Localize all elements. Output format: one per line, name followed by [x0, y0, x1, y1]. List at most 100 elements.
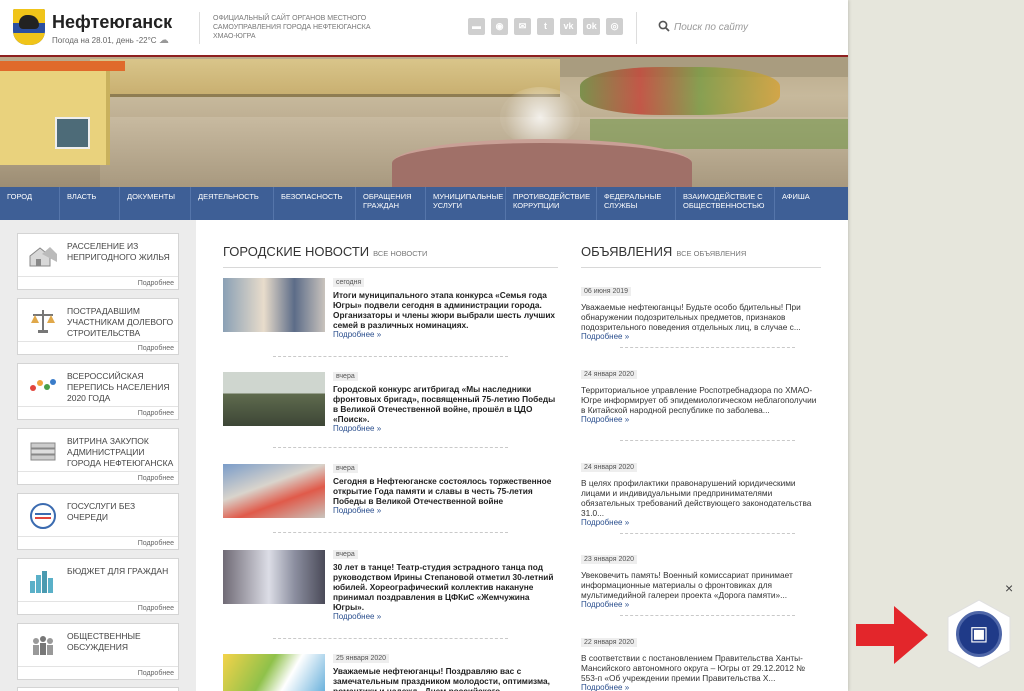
page: Нефтеюганск Погода на 28.01, день -22°С …: [0, 0, 848, 691]
news-divider: [273, 532, 508, 533]
news-rule: [223, 267, 558, 268]
nav-item-appeals[interactable]: Обращения граждан: [356, 187, 426, 220]
card-resettlement[interactable]: Расселение из непригодного жилья Подробн…: [17, 233, 179, 290]
census-icon: [30, 379, 56, 391]
ads-rule: [581, 267, 821, 268]
instagram-icon[interactable]: ◎: [606, 18, 623, 35]
ad-item: 23 января 2020 Увековечить память! Военн…: [581, 548, 821, 609]
ads-title: Объявления: [581, 244, 673, 259]
nav-item-public-interaction[interactable]: Взаимодействие с общественностью: [676, 187, 775, 220]
ad-date: 24 января 2020: [581, 370, 638, 379]
news-title: Городские новости: [223, 244, 370, 259]
bus-icon[interactable]: ▣: [956, 611, 1002, 657]
main-navigation: Город Власть Документы Деятельность Безо…: [0, 187, 848, 220]
card-census[interactable]: Всероссийская перепись населения 2020 го…: [17, 363, 179, 420]
news-headline[interactable]: Уважаемые нефтеюганцы! Поздравляю вас с …: [333, 666, 558, 691]
ad-item: 22 января 2020 В соответствии с постанов…: [581, 631, 821, 691]
nav-item-federal-services[interactable]: Федеральные службы: [597, 187, 676, 220]
ad-divider: [620, 615, 795, 616]
nav-item-events[interactable]: Афиша: [775, 187, 848, 220]
header-divider: [636, 12, 637, 44]
cloud-icon: ☁: [158, 35, 169, 46]
ads-section-title: Объявления все объявления: [581, 244, 746, 259]
news-divider: [273, 447, 508, 448]
news-date: вчера: [333, 464, 358, 473]
ad-text[interactable]: Территориальное управление Роспотребнадз…: [581, 385, 821, 415]
ad-text[interactable]: Увековечить память! Военный комиссариат …: [581, 570, 821, 600]
news-photo[interactable]: [223, 550, 325, 604]
transport-widget[interactable]: ▣: [944, 598, 1014, 670]
odnoklassniki-icon[interactable]: ok: [583, 18, 600, 35]
nav-item-anti-corruption[interactable]: Противодействие коррупции: [506, 187, 597, 220]
ad-more-link[interactable]: Подробнее »: [581, 683, 821, 691]
card-label: Расселение из непригодного жилья: [67, 241, 170, 262]
card-shared-construction[interactable]: Пострадавшим участникам долевого строите…: [17, 298, 179, 355]
news-more-link[interactable]: Подробнее »: [333, 424, 381, 433]
search-input[interactable]: [674, 19, 824, 35]
ad-divider: [620, 347, 795, 348]
all-news-link[interactable]: все новости: [373, 249, 427, 258]
card-more-link[interactable]: Подробнее: [18, 406, 178, 420]
ad-more-link[interactable]: Подробнее »: [581, 518, 821, 527]
twitter-icon[interactable]: t: [537, 18, 554, 35]
site-description: Официальный сайт органов местного самоуп…: [213, 15, 371, 40]
news-more-link[interactable]: Подробнее »: [333, 506, 381, 515]
card-public-discussions[interactable]: Общественные обсуждения Подробнее: [17, 623, 179, 680]
nav-item-activity[interactable]: Деятельность: [191, 187, 274, 220]
card-next[interactable]: [17, 687, 179, 691]
ad-more-link[interactable]: Подробнее »: [581, 415, 821, 424]
card-gosuslugi[interactable]: Госуслуги без очереди Подробнее: [17, 493, 179, 550]
nav-item-city[interactable]: Город: [0, 187, 60, 220]
site-title[interactable]: Нефтеюганск: [52, 12, 172, 33]
site-header: Нефтеюганск Погода на 28.01, день -22°С …: [0, 0, 848, 57]
city-coat-of-arms-logo[interactable]: [13, 9, 45, 45]
news-headline[interactable]: Итоги муниципального этапа конкурса «Сем…: [333, 290, 558, 330]
close-widget-button[interactable]: ×: [1005, 580, 1013, 596]
ad-date: 06 июня 2019: [581, 287, 632, 296]
all-ads-link[interactable]: все объявления: [676, 249, 746, 258]
nav-item-documents[interactable]: Документы: [120, 187, 191, 220]
ad-more-link[interactable]: Подробнее »: [581, 600, 821, 609]
search-icon[interactable]: [658, 20, 670, 32]
news-date: вчера: [333, 372, 358, 381]
card-more-link[interactable]: Подробнее: [18, 536, 178, 550]
mail-icon[interactable]: ▬: [468, 18, 485, 35]
news-photo[interactable]: [223, 654, 325, 691]
nav-item-security[interactable]: Безопасность: [274, 187, 356, 220]
news-photo[interactable]: [223, 464, 325, 518]
ad-text[interactable]: В соответствии с постановлением Правител…: [581, 653, 821, 683]
news-more-link[interactable]: Подробнее »: [333, 612, 381, 621]
nav-item-power[interactable]: Власть: [60, 187, 120, 220]
card-label: Бюджет для граждан: [67, 566, 169, 576]
weather-text: Погода на 28.01, день -22°С: [52, 36, 157, 45]
ad-text[interactable]: В целях профилактики правонарушений юрид…: [581, 478, 821, 518]
news-divider: [273, 638, 508, 639]
scales-icon: [31, 310, 55, 333]
ad-item: 24 января 2020 Территориальное управлени…: [581, 363, 821, 424]
card-budget[interactable]: Бюджет для граждан Подробнее: [17, 558, 179, 615]
news-headline[interactable]: Сегодня в Нефтеюганске состоялось торжес…: [333, 476, 558, 506]
news-more-link[interactable]: Подробнее »: [333, 330, 381, 339]
ad-date: 22 января 2020: [581, 638, 638, 647]
card-more-link[interactable]: Подробнее: [18, 276, 178, 290]
nav-item-municipal-services[interactable]: Муниципальные услуги: [426, 187, 506, 220]
houses-icon: [29, 247, 57, 267]
card-label: Всероссийская перепись населения 2020 го…: [67, 371, 170, 403]
news-photo[interactable]: [223, 278, 325, 332]
card-more-link[interactable]: Подробнее: [18, 341, 178, 355]
red-arrow-icon: [856, 606, 928, 664]
ad-divider: [620, 533, 795, 534]
card-more-link[interactable]: Подробнее: [18, 601, 178, 615]
news-section-title: Городские новости все новости: [223, 244, 427, 259]
card-procurement[interactable]: Витрина закупок администрации города Неф…: [17, 428, 179, 485]
card-more-link[interactable]: Подробнее: [18, 666, 178, 680]
ad-text[interactable]: Уважаемые нефтеюганцы! Будьте особо бдит…: [581, 302, 821, 332]
vk-icon[interactable]: vk: [560, 18, 577, 35]
ad-more-link[interactable]: Подробнее »: [581, 332, 821, 341]
envelope-icon[interactable]: ✉: [514, 18, 531, 35]
news-headline[interactable]: 30 лет в танце! Театр-студия эстрадного …: [333, 562, 558, 612]
card-more-link[interactable]: Подробнее: [18, 471, 178, 485]
news-headline[interactable]: Городской конкурс агитбригад «Мы наследн…: [333, 384, 558, 424]
eye-icon[interactable]: ◉: [491, 18, 508, 35]
news-photo[interactable]: [223, 372, 325, 426]
